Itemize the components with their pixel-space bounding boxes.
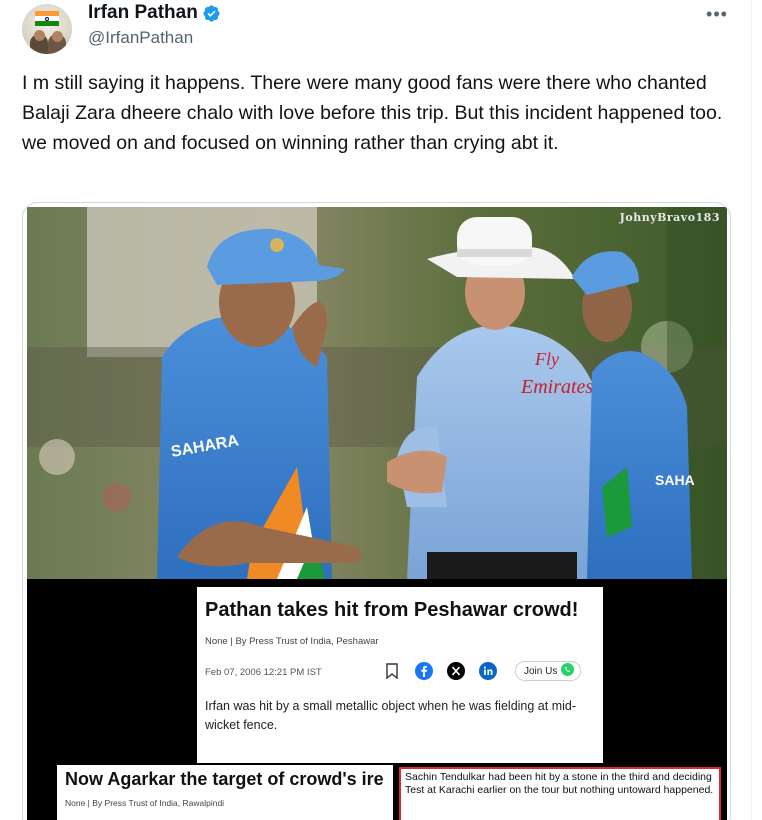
author-display-name[interactable]: Irfan Pathan [88, 2, 198, 24]
news-clipping-agarkar: Now Agarkar the target of crowd's ire No… [57, 765, 393, 820]
clipping1-meta-row: Feb 07, 2006 12:21 PM IST Join Us [205, 659, 595, 687]
clipping3-text: Sachin Tendulkar had been hit by a stone… [405, 771, 714, 796]
share-bar: Join Us [383, 661, 582, 681]
bookmark-icon [383, 662, 401, 680]
whatsapp-icon [561, 663, 575, 679]
linkedin-icon [479, 662, 497, 680]
ellipsis-icon: ••• [706, 4, 728, 24]
clipping1-byline: None | By Press Trust of India, Peshawar [205, 636, 379, 647]
clipping1-summary: Irfan was hit by a small metallic object… [205, 699, 576, 732]
facebook-icon [415, 662, 433, 680]
india-flag-icon [35, 11, 59, 26]
verified-badge-icon [203, 4, 220, 22]
tweet-image[interactable]: SAHARA Fly Emirates SAHA JohnyBravo183 P… [22, 202, 731, 820]
jersey-sponsor-right: SAHA [655, 472, 695, 488]
news-clippings: Pathan takes hit from Peshawar crowd! No… [27, 579, 727, 820]
umpire-sponsor-line2: Emirates [520, 376, 593, 398]
avatar[interactable] [22, 4, 72, 54]
news-clipping-pathan: Pathan takes hit from Peshawar crowd! No… [197, 587, 603, 763]
author-handle[interactable]: @IrfanPathan [88, 28, 193, 48]
photo-watermark: JohnyBravo183 [619, 211, 720, 224]
join-us-button: Join Us [515, 661, 582, 681]
tweet-card: Irfan Pathan @IrfanPathan ••• I m still … [0, 0, 752, 820]
news-clipping-tendulkar: Sachin Tendulkar had been hit by a stone… [399, 767, 721, 820]
umpire-sponsor-line1: Fly [534, 349, 559, 369]
clipping2-byline: None | By Press Trust of India, Rawalpin… [65, 798, 225, 808]
clipping1-headline: Pathan takes hit from Peshawar crowd! [205, 599, 579, 621]
more-options-button[interactable]: ••• [705, 2, 729, 26]
join-us-label: Join Us [524, 665, 558, 677]
clipping1-dateline: Feb 07, 2006 12:21 PM IST [205, 667, 322, 678]
clipping2-headline: Now Agarkar the target of crowd's ire [65, 769, 384, 789]
x-logo-icon [447, 662, 465, 680]
cricket-photo: SAHARA Fly Emirates SAHA [27, 207, 727, 579]
tweet-text: I m still saying it happens. There were … [22, 72, 723, 154]
author-name-row: Irfan Pathan [88, 2, 221, 24]
